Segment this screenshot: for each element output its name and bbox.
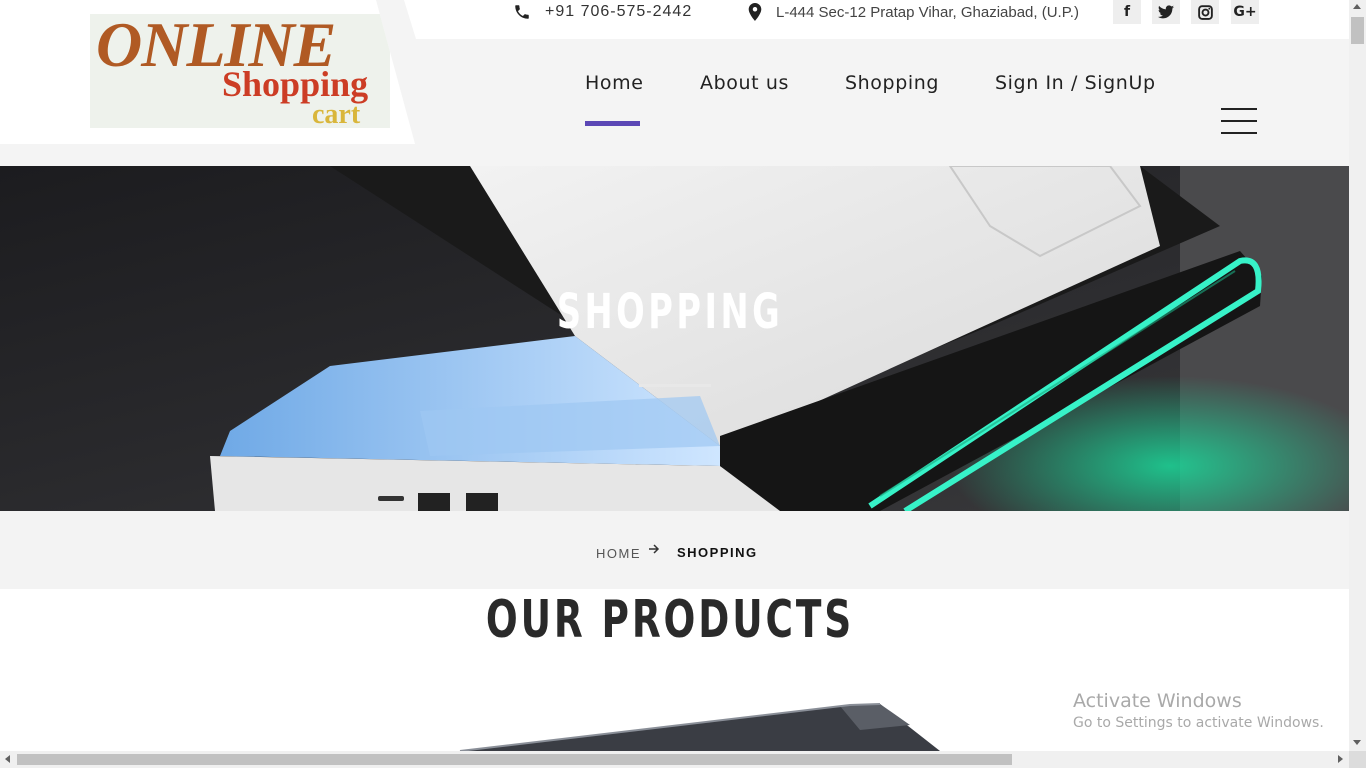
hamburger-menu-icon[interactable] (1221, 108, 1257, 135)
vertical-scroll-thumb[interactable] (1351, 17, 1364, 44)
scroll-left-icon[interactable] (5, 755, 10, 763)
vertical-scrollbar[interactable] (1349, 0, 1366, 751)
logo-text-shopping: Shopping (222, 64, 369, 104)
breadcrumb: HOME SHOPPING (0, 511, 1349, 589)
hero-title: SHOPPING (556, 284, 784, 340)
scroll-down-icon[interactable] (1353, 740, 1361, 745)
scroll-right-icon[interactable] (1338, 755, 1343, 763)
products-section-title: OUR PRODUCTS (485, 590, 855, 650)
twitter-link[interactable] (1152, 0, 1180, 24)
facebook-icon: f (1123, 4, 1131, 20)
scroll-up-icon[interactable] (1353, 4, 1361, 9)
horizontal-scrollbar[interactable] (0, 751, 1349, 768)
google-plus-icon: G+ (1233, 4, 1257, 20)
arrow-right-icon (648, 543, 660, 559)
nav-active-indicator (585, 121, 640, 126)
product-laptop-image[interactable] (440, 700, 940, 751)
activate-windows-subtitle: Go to Settings to activate Windows. (1073, 715, 1324, 731)
nav-home[interactable]: Home (585, 72, 644, 94)
google-plus-link[interactable]: G+ (1231, 0, 1259, 24)
phone-number: +91 706-575-2442 (545, 3, 693, 20)
logo-text-cart: cart (312, 99, 361, 130)
instagram-link[interactable] (1191, 0, 1219, 24)
logo-panel: ONLINE Shopping cart (0, 0, 415, 144)
hero-divider (639, 384, 711, 387)
address-text: L-444 Sec-12 Pratap Vihar, Ghaziabad, (U… (776, 3, 1079, 21)
site-header: ONLINE Shopping cart +91 706-575-2442 L-… (0, 0, 1349, 166)
nav-shopping[interactable]: Shopping (845, 72, 939, 94)
nav-sign-in-signup[interactable]: Sign In / SignUp (995, 72, 1156, 94)
twitter-icon (1158, 5, 1174, 19)
activate-windows-title: Activate Windows (1073, 690, 1242, 712)
location-pin-icon (748, 3, 762, 21)
page: ONLINE Shopping cart +91 706-575-2442 L-… (0, 0, 1366, 768)
facebook-link[interactable]: f (1113, 0, 1141, 24)
scrollbar-corner (1349, 751, 1366, 768)
phone-contact[interactable]: +91 706-575-2442 (513, 0, 692, 24)
instagram-icon (1197, 4, 1213, 20)
breadcrumb-current: SHOPPING (677, 545, 758, 560)
nav-about-us[interactable]: About us (700, 72, 789, 94)
breadcrumb-home-link[interactable]: HOME (596, 546, 641, 561)
phone-icon (515, 5, 529, 19)
hero-banner: SHOPPING (0, 166, 1349, 511)
horizontal-scroll-thumb[interactable] (17, 754, 1012, 765)
site-logo[interactable]: ONLINE Shopping cart (90, 10, 390, 130)
address-contact: L-444 Sec-12 Pratap Vihar, Ghaziabad, (U… (748, 0, 1079, 24)
